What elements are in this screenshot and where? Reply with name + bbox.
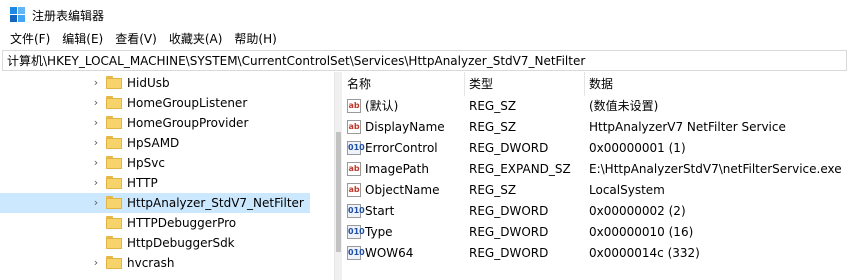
chevron-right-icon[interactable]: › [89, 136, 103, 149]
value-type: REG_EXPAND_SZ [469, 162, 571, 176]
value-type: REG_DWORD [469, 246, 549, 260]
folder-icon [106, 236, 122, 249]
value-data: 0x00000001 (1) [589, 141, 686, 155]
string-value-icon: ab [347, 120, 361, 134]
list-header: 名称 类型 数据 [343, 72, 849, 96]
value-data: 0x00000002 (2) [589, 204, 686, 218]
tree-item-label: HTTP [127, 175, 158, 190]
folder-icon [106, 256, 122, 269]
tree-item-label: HomeGroupListener [127, 95, 248, 110]
value-row[interactable]: 010 Type REG_DWORD 0x00000010 (16) [343, 222, 849, 243]
tree-item-label: HpSvc [127, 155, 165, 170]
binary-value-icon: 010 [347, 225, 365, 239]
tree-item[interactable]: › hvcrash [0, 252, 334, 273]
tree-item[interactable]: ›HttpDebuggerSdk [0, 232, 334, 253]
value-name: Type [365, 225, 393, 239]
menu-file[interactable]: 文件(F) [4, 30, 56, 49]
value-data: 0x00000010 (16) [589, 225, 694, 239]
binary-value-icon: 010 [347, 204, 365, 218]
value-row[interactable]: ab (默认) REG_SZ (数值未设置) [343, 96, 849, 117]
chevron-right-icon[interactable]: › [89, 96, 103, 109]
tree-scrollbar[interactable] [334, 72, 342, 280]
binary-value-icon: 010 [347, 246, 365, 260]
folder-icon [106, 76, 122, 89]
folder-icon [106, 96, 122, 109]
folder-icon [106, 176, 122, 189]
string-value-icon: ab [347, 162, 361, 176]
tree-item-label: HttpAnalyzer_StdV7_NetFilter [127, 195, 304, 210]
value-row[interactable]: 010 WOW64 REG_DWORD 0x0000014c (332) [343, 243, 849, 264]
value-data: (数值未设置) [589, 99, 659, 113]
column-header-data[interactable]: 数据 [585, 72, 849, 96]
chevron-right-icon[interactable]: › [89, 76, 103, 89]
value-name: Start [365, 204, 395, 218]
value-type: REG_DWORD [469, 204, 549, 218]
address-path: 计算机\HKEY_LOCAL_MACHINE\SYSTEM\CurrentCon… [7, 54, 586, 68]
tree-item-label: HTTPDebuggerPro [127, 215, 237, 230]
folder-icon [106, 196, 122, 209]
value-row[interactable]: 010 ErrorControl REG_DWORD 0x00000001 (1) [343, 138, 849, 159]
value-data: E:\HttpAnalyzerStdV7\netFilterService.ex… [589, 162, 842, 176]
value-name: ObjectName [365, 183, 440, 197]
value-name: ErrorControl [365, 141, 438, 155]
tree-item[interactable]: › HpSvc [0, 152, 334, 173]
string-value-icon: ab [347, 183, 361, 197]
value-row[interactable]: ab DisplayName REG_SZ HttpAnalyzerV7 NetFil… [343, 117, 849, 138]
value-data: LocalSystem [589, 183, 665, 197]
value-data: HttpAnalyzerV7 NetFilter Service [589, 120, 786, 134]
binary-value-icon: 010 [347, 141, 365, 155]
registry-editor-icon [10, 7, 26, 23]
window-title: 注册表编辑器 [32, 8, 105, 23]
column-header-name[interactable]: 名称 [343, 72, 465, 96]
title-bar: 注册表编辑器 [0, 0, 849, 30]
tree-item-label: HomeGroupProvider [127, 115, 249, 130]
tree-item-label: HpSAMD [127, 135, 180, 150]
folder-icon [106, 136, 122, 149]
tree-item[interactable]: › HTTP [0, 172, 334, 193]
value-type: REG_DWORD [469, 225, 549, 239]
tree-item[interactable]: › HttpAnalyzer_StdV7_NetFilter [0, 192, 334, 213]
folder-icon [106, 116, 122, 129]
value-data: 0x0000014c (332) [589, 246, 700, 260]
column-header-type[interactable]: 类型 [465, 72, 585, 96]
tree-item-label: hvcrash [127, 255, 175, 270]
folder-icon [106, 216, 122, 229]
chevron-right-icon[interactable]: › [89, 116, 103, 129]
tree-item[interactable]: › HomeGroupProvider [0, 112, 334, 133]
tree-scrollbar-thumb[interactable] [336, 132, 341, 252]
tree-item[interactable]: › HidUsb [0, 72, 334, 93]
tree-item[interactable]: ›HTTPDebuggerPro [0, 212, 334, 233]
value-name: WOW64 [365, 246, 414, 260]
menu-bar: 文件(F) 编辑(E) 查看(V) 收藏夹(A) 帮助(H) [0, 30, 849, 49]
menu-view[interactable]: 查看(V) [109, 30, 163, 49]
chevron-right-icon[interactable]: › [89, 156, 103, 169]
menu-help[interactable]: 帮助(H) [228, 30, 282, 49]
value-name: ImagePath [365, 162, 429, 176]
value-type: REG_SZ [469, 99, 517, 113]
value-row[interactable]: 010 Start REG_DWORD 0x00000002 (2) [343, 201, 849, 222]
value-row[interactable]: ab ObjectName REG_SZ LocalSystem [343, 180, 849, 201]
chevron-right-icon[interactable]: › [89, 256, 103, 269]
chevron-right-icon[interactable]: › [89, 196, 103, 209]
value-type: REG_DWORD [469, 141, 549, 155]
value-list[interactable]: 名称 类型 数据 ab (默认) REG_SZ (数值未设置) ab DisplayNam… [343, 72, 849, 280]
value-name: DisplayName [365, 120, 445, 134]
tree-item-label: HttpDebuggerSdk [127, 235, 235, 250]
value-name: (默认) [365, 99, 399, 113]
address-bar[interactable]: 计算机\HKEY_LOCAL_MACHINE\SYSTEM\CurrentCon… [2, 50, 847, 71]
value-type: REG_SZ [469, 120, 517, 134]
chevron-right-icon[interactable]: › [89, 176, 103, 189]
menu-favorites[interactable]: 收藏夹(A) [163, 30, 229, 49]
menu-edit[interactable]: 编辑(E) [56, 30, 109, 49]
value-type: REG_SZ [469, 183, 517, 197]
tree-item[interactable]: › HomeGroupListener [0, 92, 334, 113]
key-tree[interactable]: › HidUsb › HomeGroupListener › HomeGroupProvi… [0, 72, 334, 280]
string-value-icon: ab [347, 99, 361, 113]
folder-icon [106, 156, 122, 169]
tree-item[interactable]: › HpSAMD [0, 132, 334, 153]
tree-item-label: HidUsb [127, 75, 170, 90]
value-row[interactable]: ab ImagePath REG_EXPAND_SZ E:\HttpAnalyzerS… [343, 159, 849, 180]
